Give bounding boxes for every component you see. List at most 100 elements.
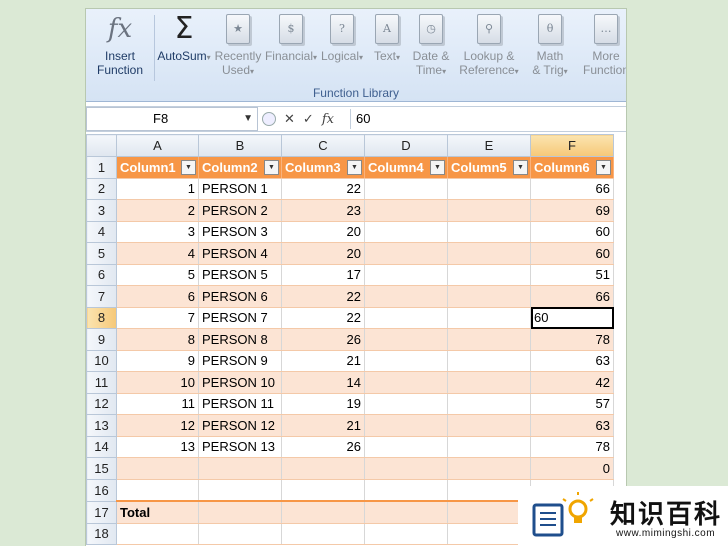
cell-a[interactable]: 6 bbox=[116, 285, 199, 308]
cell-f[interactable]: 57 bbox=[530, 393, 614, 415]
cell-e[interactable] bbox=[447, 307, 531, 329]
cell-f[interactable]: 0 bbox=[530, 457, 614, 480]
cell-d[interactable] bbox=[364, 479, 448, 502]
filter-dropdown-icon[interactable]: ▼ bbox=[264, 160, 279, 175]
filter-dropdown-icon[interactable]: ▼ bbox=[347, 160, 362, 175]
cell-d[interactable] bbox=[364, 221, 448, 243]
ribbon-button-5[interactable]: A Text▾ bbox=[368, 13, 406, 85]
cell-e[interactable] bbox=[447, 328, 531, 351]
cell-b[interactable]: PERSON 13 bbox=[198, 436, 282, 458]
cell-f[interactable]: 78 bbox=[530, 436, 614, 458]
active-cell-f8[interactable]: 60 bbox=[530, 307, 614, 329]
table-header-cell[interactable]: Column5 ▼ bbox=[447, 156, 531, 179]
cell-d[interactable] bbox=[364, 523, 448, 545]
ribbon-button-8[interactable]: θ Math & Trig▾ bbox=[524, 13, 576, 85]
cell-b[interactable]: PERSON 9 bbox=[198, 350, 282, 372]
cell-f[interactable]: 63 bbox=[530, 350, 614, 372]
row-header[interactable]: 12 bbox=[86, 392, 117, 415]
ribbon-button-1[interactable]: Σ AutoSum▾ bbox=[156, 13, 212, 85]
cell-a[interactable] bbox=[116, 479, 199, 502]
row-header[interactable]: 17 bbox=[86, 500, 117, 524]
cell-e[interactable] bbox=[447, 414, 531, 437]
row-header[interactable]: 18 bbox=[86, 522, 117, 545]
cell-d[interactable] bbox=[364, 242, 448, 265]
row-header[interactable]: 14 bbox=[86, 435, 117, 458]
name-box[interactable]: F8 ▼ bbox=[86, 107, 258, 131]
cell-d[interactable] bbox=[364, 285, 448, 308]
cell-b[interactable] bbox=[198, 500, 282, 524]
cell-c[interactable]: 14 bbox=[281, 371, 365, 394]
cell-b[interactable]: PERSON 12 bbox=[198, 414, 282, 437]
cell-e[interactable] bbox=[447, 457, 531, 480]
cell-a[interactable]: 7 bbox=[116, 307, 199, 329]
name-box-dropdown-icon[interactable]: ▼ bbox=[243, 108, 253, 130]
ribbon-button-9[interactable]: … More Function bbox=[583, 13, 626, 85]
cell-f[interactable]: 51 bbox=[530, 264, 614, 286]
select-all-corner[interactable] bbox=[86, 134, 117, 157]
cell-f[interactable]: 69 bbox=[530, 199, 614, 222]
cell-d[interactable] bbox=[364, 328, 448, 351]
ribbon-button-6[interactable]: ◷ Date & Time▾ bbox=[408, 13, 454, 85]
cell-a[interactable]: 2 bbox=[116, 199, 199, 222]
row-header[interactable]: 3 bbox=[86, 199, 117, 222]
cell-d[interactable] bbox=[364, 393, 448, 415]
row-header[interactable]: 2 bbox=[86, 177, 117, 200]
cell-a[interactable]: 13 bbox=[116, 436, 199, 458]
cell-a[interactable]: 11 bbox=[116, 393, 199, 415]
cell-c[interactable] bbox=[281, 523, 365, 545]
cell-d[interactable] bbox=[364, 436, 448, 458]
cell-e[interactable] bbox=[447, 264, 531, 286]
cell-d[interactable] bbox=[364, 500, 448, 524]
column-header-c[interactable]: C bbox=[281, 134, 365, 157]
cell-a[interactable]: 9 bbox=[116, 350, 199, 372]
cell-f[interactable]: 60 bbox=[530, 242, 614, 265]
cell-c[interactable]: 26 bbox=[281, 436, 365, 458]
cell-e[interactable] bbox=[447, 285, 531, 308]
cell-c[interactable]: 26 bbox=[281, 328, 365, 351]
resize-handle-icon[interactable] bbox=[262, 112, 276, 126]
cell-b[interactable]: PERSON 6 bbox=[198, 285, 282, 308]
cell-d[interactable] bbox=[364, 371, 448, 394]
cell-a[interactable]: 5 bbox=[116, 264, 199, 286]
row-header[interactable]: 4 bbox=[86, 220, 117, 243]
ribbon-button-3[interactable]: $ Financial▾ bbox=[264, 13, 318, 85]
cancel-icon[interactable]: ✕ bbox=[284, 111, 295, 127]
cell-e[interactable] bbox=[447, 393, 531, 415]
cell-b[interactable]: PERSON 2 bbox=[198, 199, 282, 222]
cell-c[interactable]: 20 bbox=[281, 221, 365, 243]
row-header[interactable]: 6 bbox=[86, 263, 117, 286]
table-header-cell[interactable]: Column3 ▼ bbox=[281, 156, 365, 179]
cell-c[interactable] bbox=[281, 500, 365, 524]
cell-c[interactable] bbox=[281, 457, 365, 480]
cell-b[interactable]: PERSON 4 bbox=[198, 242, 282, 265]
cell-a[interactable]: Total bbox=[116, 500, 199, 524]
cell-c[interactable]: 22 bbox=[281, 307, 365, 329]
table-header-cell[interactable]: Column1 ▼ bbox=[116, 156, 199, 179]
cell-c[interactable]: 22 bbox=[281, 285, 365, 308]
cell-b[interactable] bbox=[198, 479, 282, 502]
cell-c[interactable]: 17 bbox=[281, 264, 365, 286]
row-header[interactable]: 15 bbox=[86, 457, 117, 480]
cell-c[interactable]: 22 bbox=[281, 178, 365, 200]
table-header-cell[interactable]: Column6 ▼ bbox=[530, 156, 614, 179]
cell-a[interactable]: 4 bbox=[116, 242, 199, 265]
enter-icon[interactable]: ✓ bbox=[303, 111, 314, 127]
column-header-b[interactable]: B bbox=[198, 134, 282, 157]
table-header-cell[interactable]: Column2 ▼ bbox=[198, 156, 282, 179]
cell-f[interactable]: 66 bbox=[530, 285, 614, 308]
cell-a[interactable]: 1 bbox=[116, 178, 199, 200]
cell-e[interactable] bbox=[447, 371, 531, 394]
cell-a[interactable]: 12 bbox=[116, 414, 199, 437]
ribbon-button-4[interactable]: ? Logical▾ bbox=[318, 13, 366, 85]
insert-function-icon[interactable]: fx bbox=[322, 112, 334, 127]
cell-a[interactable]: 3 bbox=[116, 221, 199, 243]
cell-e[interactable] bbox=[447, 178, 531, 200]
cell-b[interactable]: PERSON 1 bbox=[198, 178, 282, 200]
cell-d[interactable] bbox=[364, 457, 448, 480]
cell-b[interactable]: PERSON 5 bbox=[198, 264, 282, 286]
cell-a[interactable] bbox=[116, 523, 199, 545]
ribbon-button-7[interactable]: ⚲ Lookup & Reference▾ bbox=[456, 13, 522, 85]
cell-a[interactable]: 8 bbox=[116, 328, 199, 351]
cell-e[interactable] bbox=[447, 350, 531, 372]
cell-e[interactable] bbox=[447, 242, 531, 265]
